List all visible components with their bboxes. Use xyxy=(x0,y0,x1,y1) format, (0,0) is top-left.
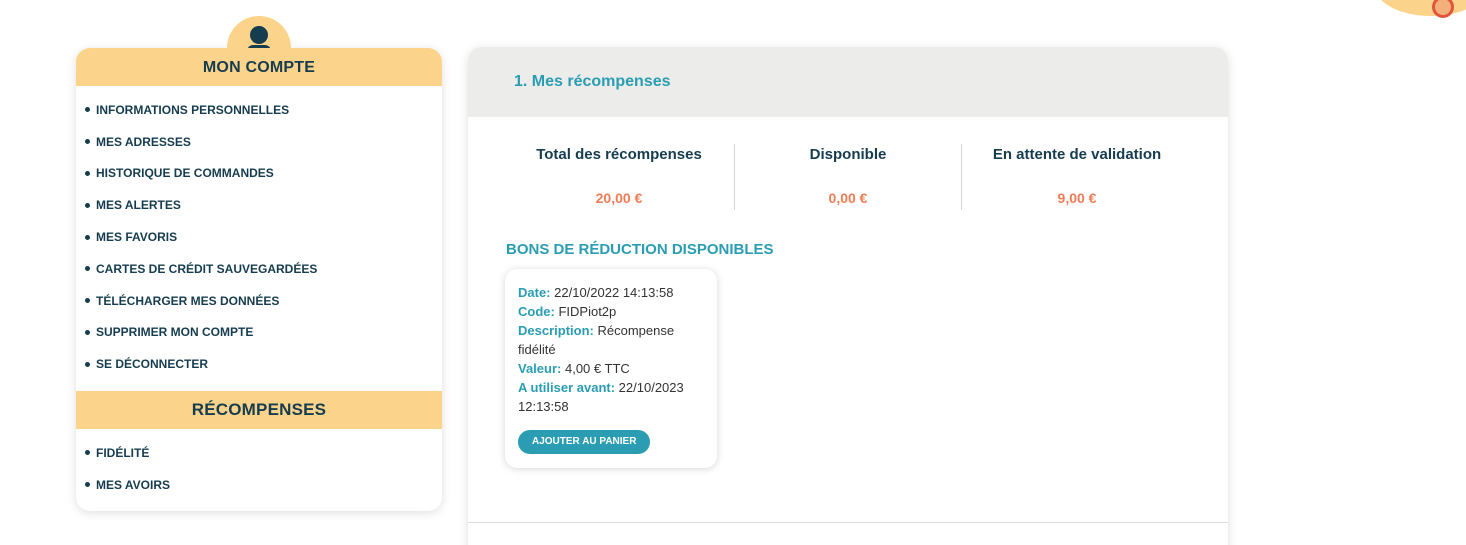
menu-item-saved-cards[interactable]: CARTES DE CRÉDIT SAUVEGARDÉES xyxy=(85,253,442,285)
menu-item-credits[interactable]: MES AVOIRS xyxy=(85,469,442,501)
rewards-stats: Total des récompenses 20,00 € Disponible… xyxy=(504,144,1204,210)
bullet-icon xyxy=(85,450,90,456)
divider xyxy=(468,522,1228,523)
bullet-icon xyxy=(85,482,90,488)
bullet-icon xyxy=(85,266,90,272)
voucher-code: Code: FIDPiot2p xyxy=(518,304,617,319)
account-menu: INFORMATIONS PERSONNELLES MES ADRESSES H… xyxy=(76,86,442,391)
menu-item-logout[interactable]: SE DÉCONNECTER xyxy=(85,348,442,380)
decoration-ring-icon xyxy=(1432,0,1454,18)
voucher-expiry: A utiliser avant: 22/10/2023 12:13:58 xyxy=(518,380,684,414)
stat-label: Total des récompenses xyxy=(536,146,702,163)
add-to-cart-button[interactable]: AJOUTER AU PANIER xyxy=(518,430,651,454)
bullet-icon xyxy=(85,361,90,367)
rewards-menu: FIDÉLITÉ MES AVOIRS xyxy=(76,429,442,501)
stat-total: Total des récompenses 20,00 € xyxy=(504,144,734,210)
rewards-section-title: RÉCOMPENSES xyxy=(76,391,442,429)
menu-item-loyalty[interactable]: FIDÉLITÉ xyxy=(85,437,442,469)
section-title: 1. Mes récompenses xyxy=(468,47,1228,117)
corner-decoration xyxy=(1376,0,1466,18)
vouchers-title: BONS DE RÉDUCTION DISPONIBLES xyxy=(506,241,774,258)
voucher-value: Valeur: 4,00 € TTC xyxy=(518,361,630,376)
menu-item-alerts[interactable]: MES ALERTES xyxy=(85,189,442,221)
stat-pending: En attente de validation 9,00 € xyxy=(962,144,1192,210)
stat-available: Disponible 0,00 € xyxy=(734,144,962,210)
bullet-icon xyxy=(85,234,90,240)
stat-value: 0,00 € xyxy=(828,190,868,206)
rewards-panel: 1. Mes récompenses Total des récompenses… xyxy=(468,47,1228,545)
menu-item-addresses[interactable]: MES ADRESSES xyxy=(85,126,442,158)
voucher-date: Date: 22/10/2022 14:13:58 xyxy=(518,285,674,300)
bullet-icon xyxy=(85,107,90,113)
bullet-icon xyxy=(85,298,90,304)
menu-item-download-data[interactable]: TÉLÉCHARGER MES DONNÉES xyxy=(85,285,442,317)
account-sidebar: MON COMPTE INFORMATIONS PERSONNELLES MES… xyxy=(76,48,442,511)
account-section-title: MON COMPTE xyxy=(76,48,442,86)
bullet-icon xyxy=(85,202,90,208)
stat-label: Disponible xyxy=(809,146,887,163)
stat-value: 20,00 € xyxy=(595,190,643,206)
menu-item-delete-account[interactable]: SUPPRIMER MON COMPTE xyxy=(85,317,442,349)
bullet-icon xyxy=(85,329,90,335)
voucher-description: Description: Récompense fidélité xyxy=(518,323,675,357)
voucher-card: Date: 22/10/2022 14:13:58 Code: FIDPiot2… xyxy=(505,269,717,468)
menu-item-order-history[interactable]: HISTORIQUE DE COMMANDES xyxy=(85,158,442,190)
stat-value: 9,00 € xyxy=(1057,190,1097,206)
bullet-icon xyxy=(85,139,90,145)
menu-item-favorites[interactable]: MES FAVORIS xyxy=(85,221,442,253)
stat-label: En attente de validation xyxy=(992,146,1162,163)
menu-item-personal-info[interactable]: INFORMATIONS PERSONNELLES xyxy=(85,94,442,126)
bullet-icon xyxy=(85,170,90,176)
